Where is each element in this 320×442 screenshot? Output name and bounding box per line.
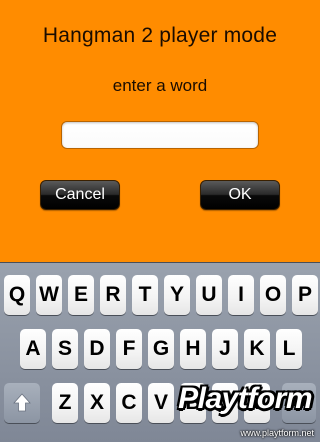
key-j[interactable]: J: [212, 329, 238, 369]
key-m[interactable]: M: [244, 383, 270, 423]
key-o[interactable]: O: [260, 275, 286, 315]
key-y[interactable]: Y: [164, 275, 190, 315]
shift-arrow-icon: [13, 393, 31, 412]
key-i[interactable]: I: [228, 275, 254, 315]
shift-key[interactable]: [4, 383, 40, 423]
backspace-key[interactable]: [282, 383, 316, 423]
key-d[interactable]: D: [84, 329, 110, 369]
keyboard-row-2: A S D F G H J K L: [0, 329, 320, 371]
key-p[interactable]: P: [292, 275, 318, 315]
key-r[interactable]: R: [100, 275, 126, 315]
key-g[interactable]: G: [148, 329, 174, 369]
key-s[interactable]: S: [52, 329, 78, 369]
key-e[interactable]: E: [68, 275, 94, 315]
key-k[interactable]: K: [244, 329, 270, 369]
key-a[interactable]: A: [20, 329, 46, 369]
ok-button[interactable]: OK: [200, 180, 280, 210]
keyboard-row-1: Q W E R T Y U I O P: [0, 275, 320, 317]
key-v[interactable]: V: [148, 383, 174, 423]
key-c[interactable]: C: [116, 383, 142, 423]
key-u[interactable]: U: [196, 275, 222, 315]
key-x[interactable]: X: [84, 383, 110, 423]
keyboard: Q W E R T Y U I O P A S D F G H J K L Z …: [0, 262, 320, 442]
key-b[interactable]: B: [180, 383, 206, 423]
key-t[interactable]: T: [132, 275, 158, 315]
key-f[interactable]: F: [116, 329, 142, 369]
word-input[interactable]: [61, 121, 259, 149]
key-z[interactable]: Z: [52, 383, 78, 423]
cancel-button[interactable]: Cancel: [40, 180, 120, 210]
key-q[interactable]: Q: [4, 275, 30, 315]
input-prompt: enter a word: [112, 76, 208, 95]
key-n[interactable]: N: [212, 383, 238, 423]
key-h[interactable]: H: [180, 329, 206, 369]
page-title: Hangman 2 player mode: [42, 24, 278, 47]
key-l[interactable]: L: [276, 329, 302, 369]
app-screen: Hangman 2 player mode enter a word Cance…: [0, 0, 320, 262]
keyboard-row-3: Z X C V B N M: [0, 383, 320, 425]
key-w[interactable]: W: [36, 275, 62, 315]
